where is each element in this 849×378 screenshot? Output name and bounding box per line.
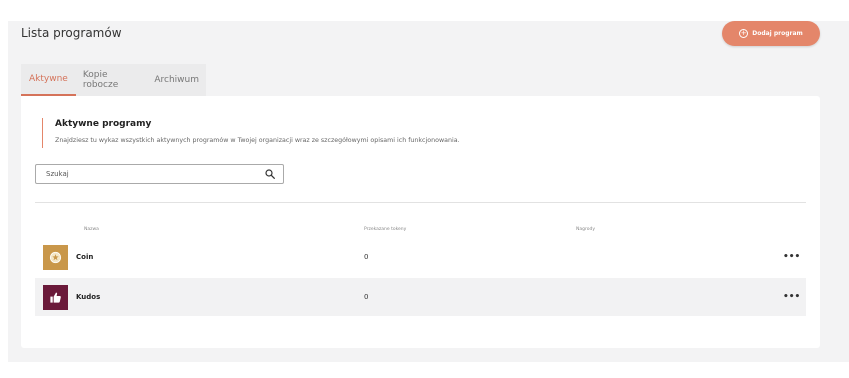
- table-row[interactable]: Kudos 0 •••: [35, 278, 806, 316]
- thumbs-up-icon: [43, 284, 68, 310]
- tab-archive[interactable]: Archiwum: [147, 64, 206, 96]
- column-header-name: Nazwa: [84, 227, 99, 232]
- column-header-tokens: Przekazane tokeny: [364, 227, 407, 232]
- section-header: Aktywne programy Znajdziesz tu wykaz wsz…: [42, 118, 460, 148]
- program-name[interactable]: Kudos: [76, 293, 100, 301]
- table-row[interactable]: Coin 0 •••: [35, 238, 806, 276]
- add-program-button[interactable]: + Dodaj program: [722, 21, 820, 46]
- programs-card: Aktywne programy Znajdziesz tu wykaz wsz…: [21, 96, 820, 348]
- search-box: [35, 164, 284, 184]
- tab-active[interactable]: Aktywne: [21, 64, 76, 96]
- program-tabs: Aktywne Kopie robocze Archiwum: [21, 64, 206, 96]
- tokens-value: 0: [364, 253, 369, 261]
- column-header-rewards: Nagrody: [576, 227, 596, 232]
- plus-circle-icon: +: [739, 29, 749, 38]
- tab-drafts[interactable]: Kopie robocze: [76, 64, 148, 96]
- add-program-button-label: Dodaj program: [752, 30, 803, 37]
- search-input[interactable]: [46, 170, 246, 178]
- section-title: Aktywne programy: [55, 119, 152, 129]
- section-description: Znajdziesz tu wykaz wszystkich aktywnych…: [55, 137, 460, 144]
- row-menu-button[interactable]: •••: [783, 292, 800, 302]
- page-title: Lista programów: [21, 26, 122, 40]
- divider: [35, 202, 806, 203]
- tokens-value: 0: [364, 293, 369, 301]
- program-name[interactable]: Coin: [76, 253, 93, 261]
- row-menu-button[interactable]: •••: [783, 252, 800, 262]
- star-coin-icon: [43, 244, 68, 270]
- search-icon[interactable]: [265, 169, 275, 179]
